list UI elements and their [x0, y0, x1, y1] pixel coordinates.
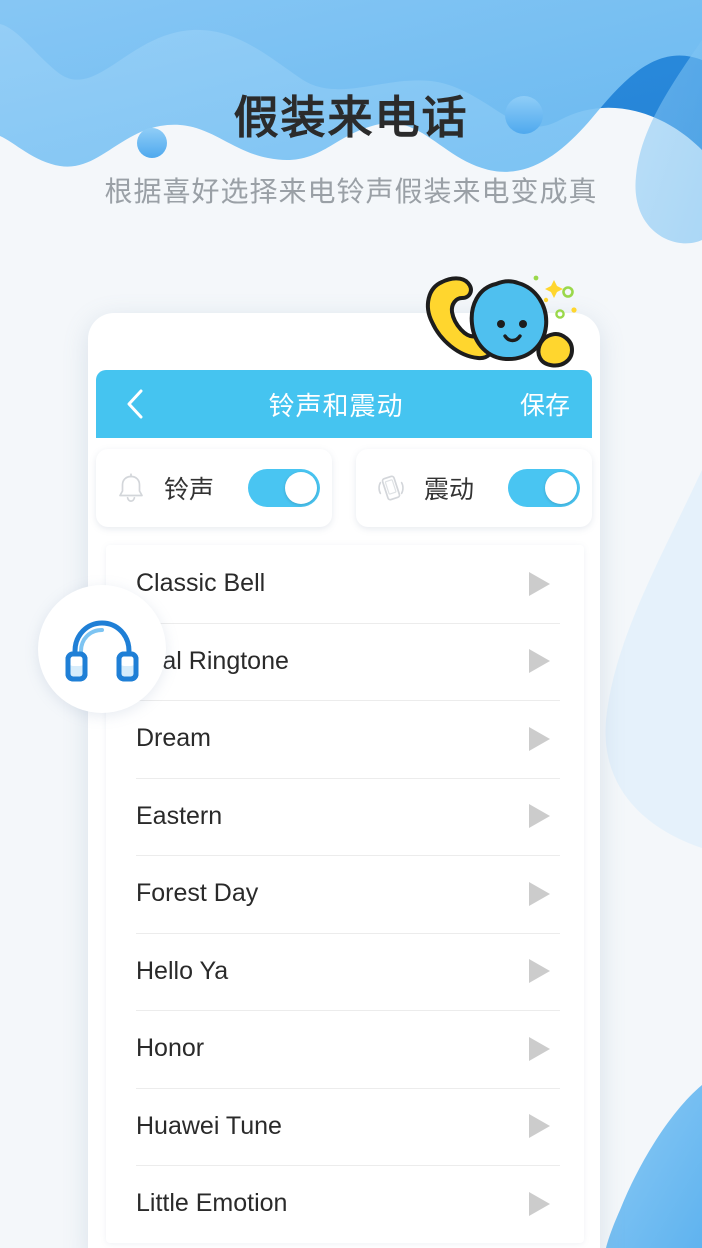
vibration-switch-card[interactable]: 震动 [356, 449, 592, 527]
vibration-toggle[interactable] [508, 469, 580, 507]
play-icon[interactable] [514, 716, 560, 762]
play-icon[interactable] [514, 1026, 560, 1072]
toggle-knob [285, 472, 317, 504]
ringtone-name: Hello Ya [136, 956, 229, 985]
list-item[interactable]: Dream [106, 700, 584, 778]
list-item[interactable]: Honor [106, 1010, 584, 1088]
list-item[interactable]: Huawei Tune [106, 1087, 584, 1166]
page-title: 假装来电话 [233, 92, 469, 143]
switch-row: 铃声 震动 [96, 449, 592, 527]
chevron-left-icon [127, 389, 143, 419]
play-icon[interactable] [514, 1181, 560, 1227]
page-subtitle: 根据喜好选择来电铃声假装来电变成真 [104, 175, 598, 207]
list-item[interactable]: Eastern [106, 777, 584, 856]
ringtone-switch-card[interactable]: 铃声 [96, 449, 332, 527]
ringtone-name: Eastern [136, 801, 223, 830]
ringtone-name: gital Ringtone [136, 646, 289, 675]
ringtone-name: Classic Bell [136, 569, 266, 598]
phone-mockup: 铃声和震动 保存 铃声 震动 Classic Bell gital Ringto… [88, 313, 600, 1248]
headphones-badge [38, 585, 166, 713]
ringtone-name: Honor [136, 1034, 205, 1063]
app-bar: 铃声和震动 保存 [96, 370, 592, 438]
play-icon[interactable] [514, 638, 560, 684]
bell-icon [112, 469, 150, 507]
list-item[interactable]: gital Ringtone [106, 622, 584, 701]
list-item[interactable]: Hello Ya [106, 932, 584, 1011]
list-item[interactable]: Little Emotion [106, 1165, 584, 1243]
ringtone-switch-label: 铃声 [164, 476, 215, 504]
vibration-switch-label: 震动 [424, 476, 475, 504]
play-icon[interactable] [514, 1103, 560, 1149]
ringtone-toggle[interactable] [248, 469, 320, 507]
promo-header: 假装来电话 根据喜好选择来电铃声假装来电变成真 [0, 0, 702, 210]
ringtone-name: Forest Day [136, 879, 259, 908]
ringtone-name: Little Emotion [136, 1189, 288, 1218]
promo-screenshot: 假装来电话 根据喜好选择来电铃声假装来电变成真 铃声和震动 保存 铃声 震动 C… [0, 0, 702, 1248]
play-icon[interactable] [514, 561, 560, 607]
list-item[interactable]: Forest Day [106, 855, 584, 933]
app-bar-title: 铃声和震动 [268, 390, 404, 421]
play-icon[interactable] [514, 871, 560, 917]
play-icon[interactable] [514, 793, 560, 839]
list-item[interactable]: Classic Bell [106, 545, 584, 623]
ringtone-name: Huawei Tune [136, 1111, 282, 1140]
ringtone-name: Dream [136, 724, 212, 753]
toggle-knob [545, 472, 577, 504]
save-button[interactable]: 保存 [520, 386, 570, 422]
vibrate-icon [372, 469, 410, 507]
headphones-icon [65, 620, 139, 682]
back-button[interactable] [118, 387, 152, 421]
play-icon[interactable] [514, 948, 560, 994]
ringtone-list: Classic Bell gital Ringtone Dream Easter… [106, 545, 584, 1243]
